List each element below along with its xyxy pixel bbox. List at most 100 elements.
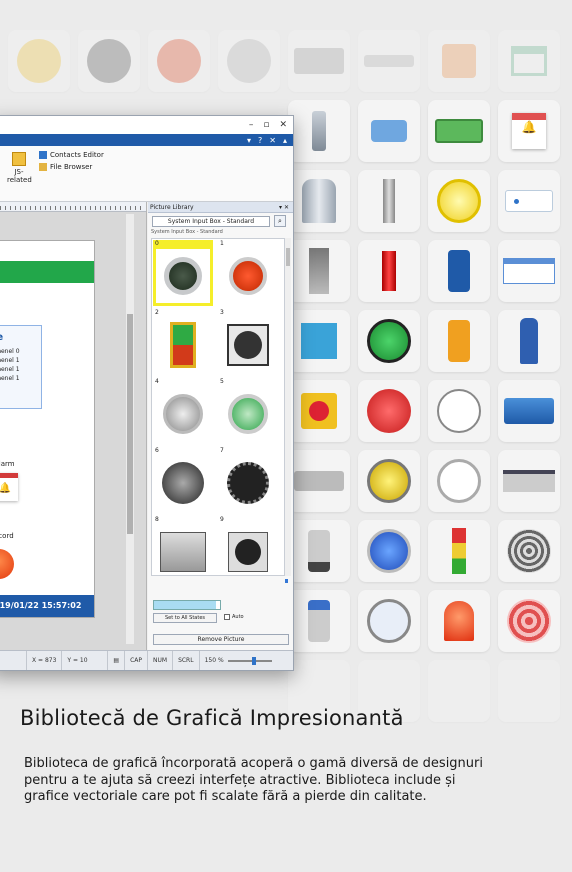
motor-pump-icon — [498, 380, 560, 442]
y-readout: Y = 10 — [62, 651, 109, 670]
file-browser-label: File Browser — [50, 163, 93, 171]
close-button[interactable]: ✕ — [279, 120, 287, 130]
faded-tile-icon — [428, 660, 490, 722]
label-box-icon — [498, 240, 560, 302]
ruler-tick — [50, 206, 51, 210]
color-picker[interactable] — [153, 600, 221, 610]
ruler-tick — [85, 206, 86, 210]
channel-row: Chenel 0 — [0, 348, 20, 355]
library-item[interactable]: 7 — [218, 447, 278, 513]
ribbon-collapse-icon[interactable]: ▴ — [283, 136, 287, 145]
library-scrollbar[interactable] — [285, 238, 291, 576]
ruler-tick — [45, 206, 46, 210]
library-item[interactable]: 1 — [218, 240, 278, 306]
ruler-tick — [135, 206, 136, 210]
ruler-tick — [30, 206, 31, 210]
ruler-tick — [95, 206, 96, 210]
ribbon-close-icon[interactable]: ✕ — [269, 136, 276, 145]
speaker-icon — [498, 520, 560, 582]
screen-editor[interactable]: le Chenel 0 Chenel 1 Chenel 1 Chenel 1 A… — [0, 202, 147, 652]
library-horizontal-scrollbar[interactable] — [151, 578, 291, 584]
help-icon[interactable]: ? — [258, 136, 262, 145]
remove-picture-button[interactable]: Remove Picture — [153, 634, 289, 645]
dial-knob-icon — [221, 456, 275, 510]
tank-icon — [288, 170, 350, 232]
library-item[interactable]: 4 — [153, 378, 213, 444]
cap-indicator: CAP — [125, 651, 148, 670]
js-icon — [12, 152, 26, 166]
restore-button[interactable]: ▫ — [263, 120, 269, 130]
channel-panel: le Chenel 0 Chenel 1 Chenel 1 Chenel 1 — [0, 325, 42, 409]
red-push-button-icon — [221, 249, 275, 303]
editor-vertical-scrollbar[interactable] — [126, 214, 134, 644]
library-category-select[interactable]: System Input Box - Standard — [152, 216, 270, 227]
js-related-button[interactable]: JS-related — [7, 152, 32, 184]
window-frame-icon — [498, 30, 560, 92]
breaker-row-icon — [498, 450, 560, 512]
ruler-tick — [55, 206, 56, 210]
emergency-button-icon — [8, 30, 70, 92]
ruler-tick — [105, 206, 106, 210]
library-item-number: 5 — [220, 378, 224, 385]
file-browser-button[interactable]: File Browser — [39, 163, 92, 171]
search-icon[interactable]: ⌕ — [274, 215, 286, 227]
blue-switch-icon — [428, 240, 490, 302]
red-pipe-icon — [358, 240, 420, 302]
beacon-icon — [428, 590, 490, 652]
save-icon[interactable]: ▤ — [108, 651, 126, 670]
zoom-slider[interactable] — [227, 656, 272, 665]
set-to-all-states-button[interactable]: Set to All States — [153, 613, 217, 623]
library-pane-controls[interactable]: ▾ ✕ — [279, 202, 289, 212]
blue-knob-icon — [358, 590, 420, 652]
power-button-icon — [156, 249, 210, 303]
chevron-down-icon[interactable] — [216, 601, 220, 609]
pipe-tee-icon — [358, 170, 420, 232]
contacts-editor-label: Contacts Editor — [50, 151, 104, 159]
screen-header-bar — [0, 261, 94, 283]
minimize-button[interactable]: – — [249, 120, 254, 130]
ribbon: JS-related Contacts Editor File Browser — [0, 146, 293, 202]
ruler-tick — [60, 206, 61, 210]
gauge-icon — [428, 380, 490, 442]
zoom-level: 150 % — [204, 657, 224, 664]
record-button[interactable] — [0, 549, 14, 579]
ribbon-tab-bar: ▾ ? ✕ ▴ — [0, 134, 293, 146]
js-related-label: JS-related — [7, 168, 32, 184]
meter-gauge-icon — [428, 450, 490, 512]
scrl-indicator: SCRL — [173, 651, 200, 670]
alarm-bell-button[interactable]: 🔔 — [0, 473, 18, 501]
library-item[interactable]: 3 — [218, 309, 278, 375]
library-item[interactable]: 2 — [153, 309, 213, 375]
scroll-thumb[interactable] — [127, 314, 133, 534]
ruler-tick — [130, 206, 131, 210]
library-item[interactable]: 8 — [153, 516, 213, 575]
selector-switch-icon — [221, 318, 275, 372]
library-item-number: 1 — [220, 240, 224, 247]
zoom-slider-thumb[interactable] — [251, 656, 256, 665]
picture-library-pane: Picture Library ▾ ✕ System Input Box - S… — [148, 202, 293, 652]
ruler-tick — [0, 206, 1, 210]
library-item-number: 8 — [155, 516, 159, 523]
library-item[interactable]: 0 — [153, 240, 213, 306]
library-item-number: 0 — [155, 240, 159, 247]
on-off-switch-icon — [156, 318, 210, 372]
channel-row: Chenel 1 — [0, 357, 20, 364]
checkbox-box[interactable] — [224, 614, 230, 620]
ruler-tick — [25, 206, 26, 210]
folder-icon — [39, 163, 47, 171]
library-item[interactable]: 6 — [153, 447, 213, 513]
library-item[interactable]: 9 — [218, 516, 278, 575]
alarm-bell-icon — [498, 590, 560, 652]
x-readout: X = 873 — [27, 651, 63, 670]
library-item[interactable]: 5 — [218, 378, 278, 444]
screen-preview[interactable]: le Chenel 0 Chenel 1 Chenel 1 Chenel 1 A… — [0, 240, 95, 618]
ruler-tick — [35, 206, 36, 210]
status-spacer — [0, 651, 27, 670]
ribbon-dropdown-icon[interactable]: ▾ — [247, 136, 251, 145]
scroll-thumb[interactable] — [286, 248, 290, 266]
ruler-tick — [75, 206, 76, 210]
auto-checkbox[interactable]: Auto — [224, 614, 244, 620]
contacts-editor-button[interactable]: Contacts Editor — [39, 151, 104, 159]
rotary-selector-icon — [221, 525, 275, 575]
scroll-thumb[interactable] — [285, 579, 288, 583]
